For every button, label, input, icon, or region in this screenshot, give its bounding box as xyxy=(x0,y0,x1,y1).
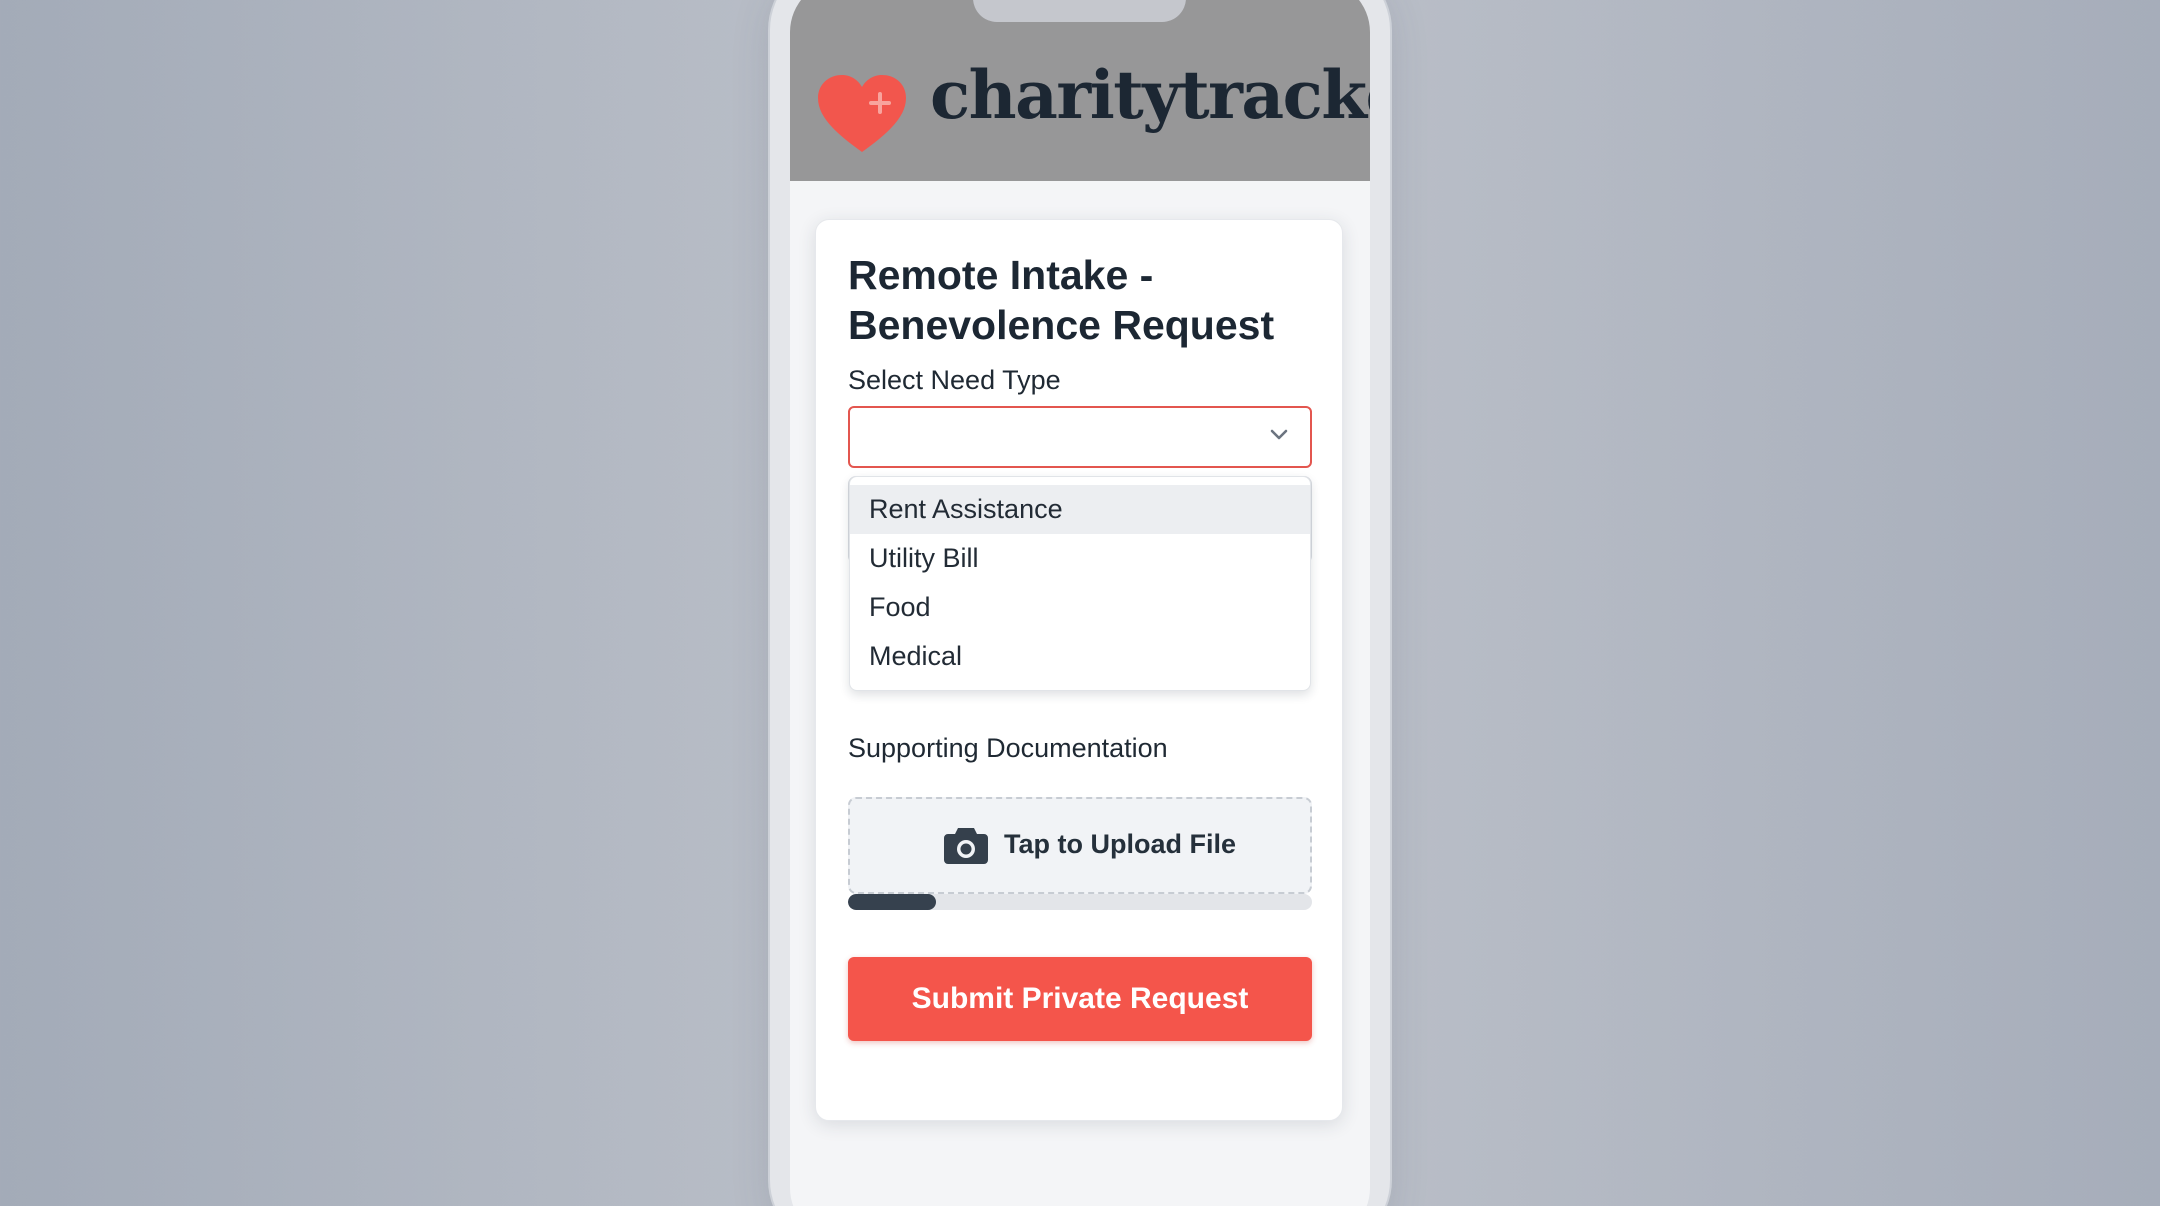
upload-progress-bar xyxy=(848,894,1312,910)
upload-label: Tap to Upload File xyxy=(1004,829,1236,859)
camera-icon xyxy=(944,828,988,864)
upload-file-button[interactable]: Tap to Upload File xyxy=(848,797,1312,894)
phone-notch xyxy=(973,0,1186,22)
option-medical[interactable]: Medical xyxy=(850,632,1310,681)
app-header: charitytracker xyxy=(790,0,1370,181)
heart-plus-icon xyxy=(818,75,906,152)
chevron-down-icon xyxy=(1270,429,1288,440)
option-utility-bill[interactable]: Utility Bill xyxy=(850,534,1310,583)
brand-name: charitytracker xyxy=(930,56,1370,134)
need-type-dropdown: Rent Assistance Utility Bill Food Medica… xyxy=(849,476,1311,691)
option-label: Utility Bill xyxy=(869,543,979,573)
option-label: Food xyxy=(869,592,931,622)
option-rent-assistance[interactable]: Rent Assistance xyxy=(850,485,1310,534)
need-type-label: Select Need Type xyxy=(848,365,1061,395)
option-food[interactable]: Food xyxy=(850,583,1310,632)
submit-request-button[interactable]: Submit Private Request xyxy=(848,957,1312,1041)
form-title: Remote Intake - Benevolence Request xyxy=(848,252,1275,348)
need-type-select[interactable] xyxy=(848,406,1312,468)
option-label: Medical xyxy=(869,641,963,671)
phone-screen: charitytracker Remote Intake - Benevolen… xyxy=(790,0,1370,1206)
documentation-label: Supporting Documentation xyxy=(848,733,1168,763)
upload-progress-fill xyxy=(848,894,937,910)
phone-frame: charitytracker Remote Intake - Benevolen… xyxy=(770,0,1390,1206)
option-label: Rent Assistance xyxy=(869,494,1063,524)
intake-form-card: Remote Intake - Benevolence Request Sele… xyxy=(815,219,1343,1121)
